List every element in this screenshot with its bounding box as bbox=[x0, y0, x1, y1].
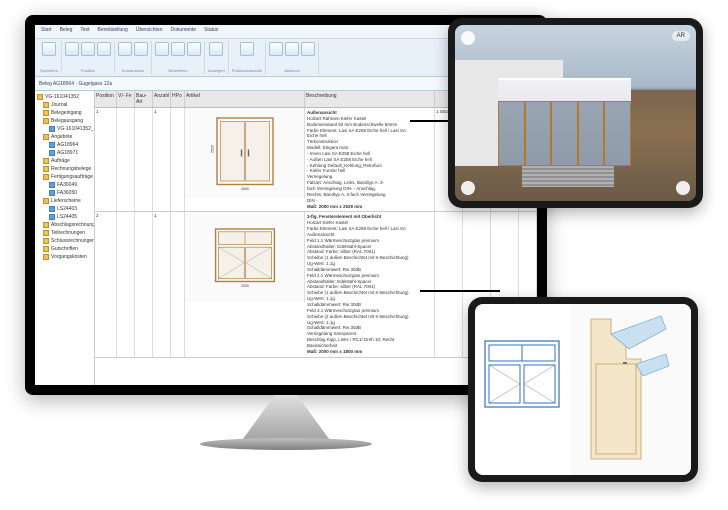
tree-item[interactable]: AG18971 bbox=[37, 149, 92, 157]
tree-item[interactable]: Gutschriften bbox=[37, 245, 92, 253]
svg-text:2000: 2000 bbox=[241, 187, 249, 191]
connector-line bbox=[420, 290, 500, 292]
ribbon-button[interactable] bbox=[81, 42, 95, 56]
ribbon-button[interactable] bbox=[187, 42, 201, 56]
tree-item[interactable]: Vorgangskosten bbox=[37, 253, 92, 261]
column-header[interactable]: Beschreibung bbox=[305, 91, 435, 107]
ribbon-button[interactable] bbox=[240, 42, 254, 56]
ribbon-group-label: Speichern bbox=[40, 68, 58, 73]
tablet-ar-photo: AR bbox=[448, 18, 703, 208]
tree-item[interactable]: VG-161041352_OUT_1 bbox=[37, 125, 92, 133]
ar-badge[interactable]: AR bbox=[672, 31, 690, 41]
tree-item[interactable]: Teilrechnungen bbox=[37, 229, 92, 237]
ribbon-tab[interactable]: Bereitstellung bbox=[98, 27, 128, 36]
ribbon-button[interactable] bbox=[134, 42, 148, 56]
ribbon-button[interactable] bbox=[269, 42, 283, 56]
ribbon-button[interactable] bbox=[285, 42, 299, 56]
tree-item[interactable]: Rechnungsbelege bbox=[37, 165, 92, 173]
tree-item[interactable]: FA36049 bbox=[37, 181, 92, 189]
svg-text:2529: 2529 bbox=[210, 145, 214, 153]
photo-action-icon[interactable] bbox=[676, 181, 690, 195]
ribbon-group-label: Konstruktion bbox=[122, 68, 144, 73]
svg-text:2000: 2000 bbox=[241, 284, 249, 288]
ribbon-button[interactable] bbox=[42, 42, 56, 56]
ribbon-group-label: Aktionen bbox=[284, 68, 300, 73]
tree-item[interactable]: AG18964 bbox=[37, 141, 92, 149]
ar-photo-view[interactable]: AR bbox=[455, 25, 696, 201]
column-header[interactable]: HPo bbox=[171, 91, 185, 107]
ribbon-button[interactable] bbox=[301, 42, 315, 56]
ribbon-group: Speichern bbox=[37, 41, 62, 74]
nav-tree[interactable]: VG-161041352JournalBelegeingangBelegausg… bbox=[35, 91, 95, 385]
tree-item[interactable]: LS24403 bbox=[37, 205, 92, 213]
column-header[interactable]: Anzahl bbox=[153, 91, 171, 107]
tree-item[interactable]: Lieferscheine bbox=[37, 197, 92, 205]
monitor-stand bbox=[240, 395, 332, 443]
tablet-cad bbox=[468, 297, 698, 482]
ribbon-button[interactable] bbox=[65, 42, 79, 56]
tree-item[interactable]: Abschlagsrechnungen bbox=[37, 221, 92, 229]
cad-window-elevation bbox=[483, 339, 561, 409]
monitor-base bbox=[200, 438, 372, 450]
tree-item[interactable]: Schlussrechnungen bbox=[37, 237, 92, 245]
ribbon-group-label: Anzeigen bbox=[208, 68, 225, 73]
tree-root[interactable]: VG-161041352 bbox=[37, 93, 92, 101]
tree-item[interactable]: Angebote bbox=[37, 133, 92, 141]
ribbon-button[interactable] bbox=[171, 42, 185, 56]
ribbon-button[interactable] bbox=[97, 42, 111, 56]
ribbon-group: Bearbeiten bbox=[152, 41, 205, 74]
doc-title: Beleg AG18964 - Gugelgass 12a bbox=[39, 81, 112, 87]
ribbon-tab[interactable]: Text bbox=[80, 27, 89, 36]
tree-item[interactable]: Aufträge bbox=[37, 157, 92, 165]
ribbon-button[interactable] bbox=[155, 42, 169, 56]
column-header[interactable]: Position bbox=[95, 91, 117, 107]
column-header[interactable]: Artikel bbox=[185, 91, 305, 107]
ribbon-button[interactable] bbox=[209, 42, 223, 56]
ribbon-tab[interactable]: Start bbox=[41, 27, 52, 36]
ribbon-tab[interactable]: Status bbox=[204, 27, 218, 36]
ribbon-group-label: Position bbox=[81, 68, 95, 73]
ribbon-button[interactable] bbox=[118, 42, 132, 56]
ribbon-group-label: Positionsvariante bbox=[232, 68, 262, 73]
column-header[interactable]: V/- Fe bbox=[117, 91, 135, 107]
cad-profile-section bbox=[581, 314, 671, 464]
tree-item[interactable]: Belegeingang bbox=[37, 109, 92, 117]
tree-item[interactable]: LS24405 bbox=[37, 213, 92, 221]
tree-item[interactable]: Fertigungsaufträge bbox=[37, 173, 92, 181]
tree-item[interactable]: FA36050 bbox=[37, 189, 92, 197]
ribbon-group: Positionsvariante bbox=[229, 41, 266, 74]
ribbon-group: Anzeigen bbox=[205, 41, 229, 74]
photo-action-icon[interactable] bbox=[461, 181, 475, 195]
ribbon-group: Aktionen bbox=[266, 41, 319, 74]
photo-action-icon[interactable] bbox=[461, 31, 475, 45]
ribbon-group-label: Bearbeiten bbox=[168, 68, 187, 73]
tree-item[interactable]: Journal bbox=[37, 101, 92, 109]
cad-view[interactable] bbox=[475, 304, 691, 475]
ribbon-tab[interactable]: Dokumente bbox=[171, 27, 197, 36]
ribbon-tab[interactable]: Beleg bbox=[60, 27, 73, 36]
ribbon-tab[interactable]: Übersichten bbox=[136, 27, 163, 36]
ribbon-group: Konstruktion bbox=[115, 41, 152, 74]
column-header[interactable]: Bau-Art bbox=[135, 91, 153, 107]
tree-item[interactable]: Belegausgang bbox=[37, 117, 92, 125]
ribbon-group: Position bbox=[62, 41, 115, 74]
